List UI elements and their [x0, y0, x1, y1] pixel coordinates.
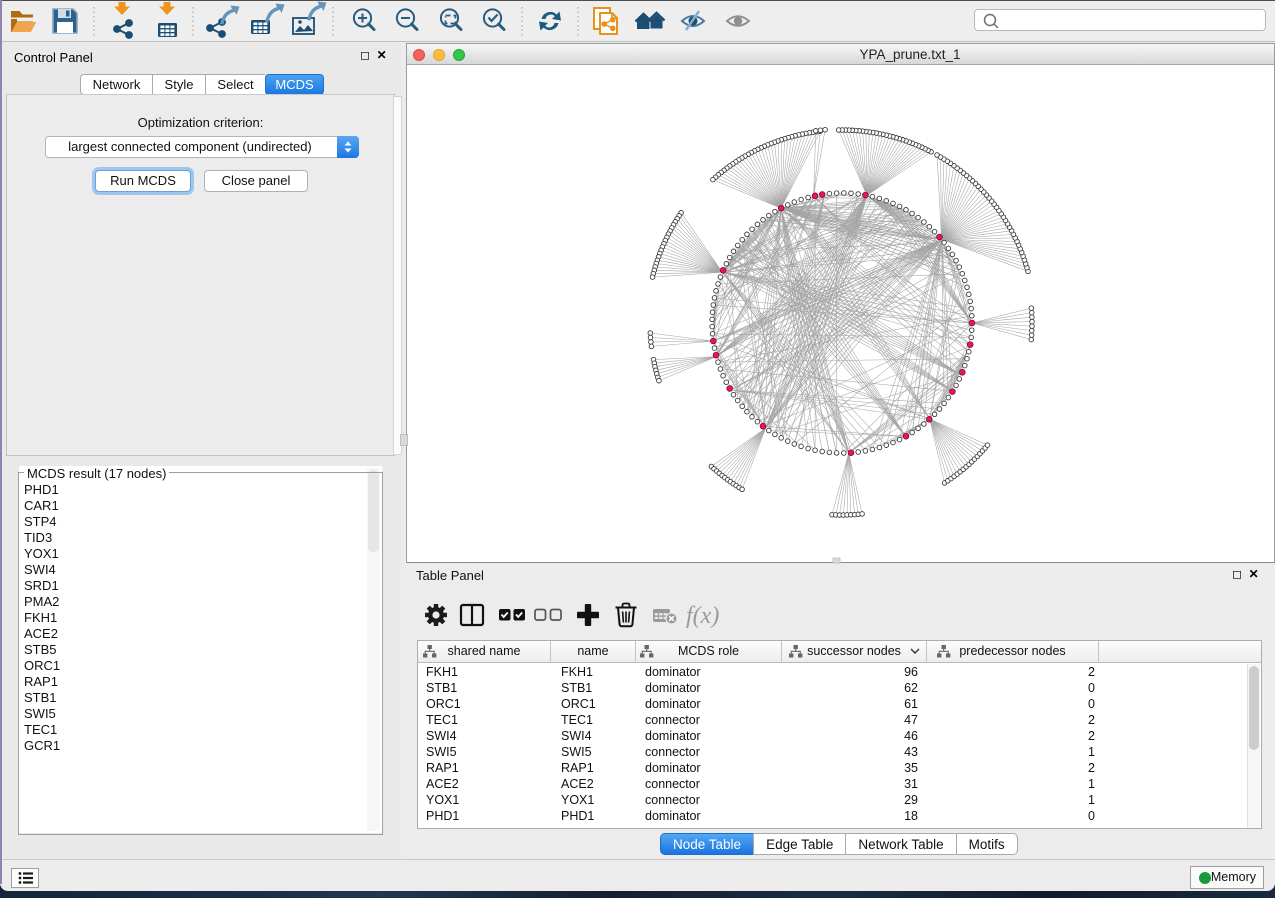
svg-text:f(x): f(x) — [686, 603, 719, 629]
